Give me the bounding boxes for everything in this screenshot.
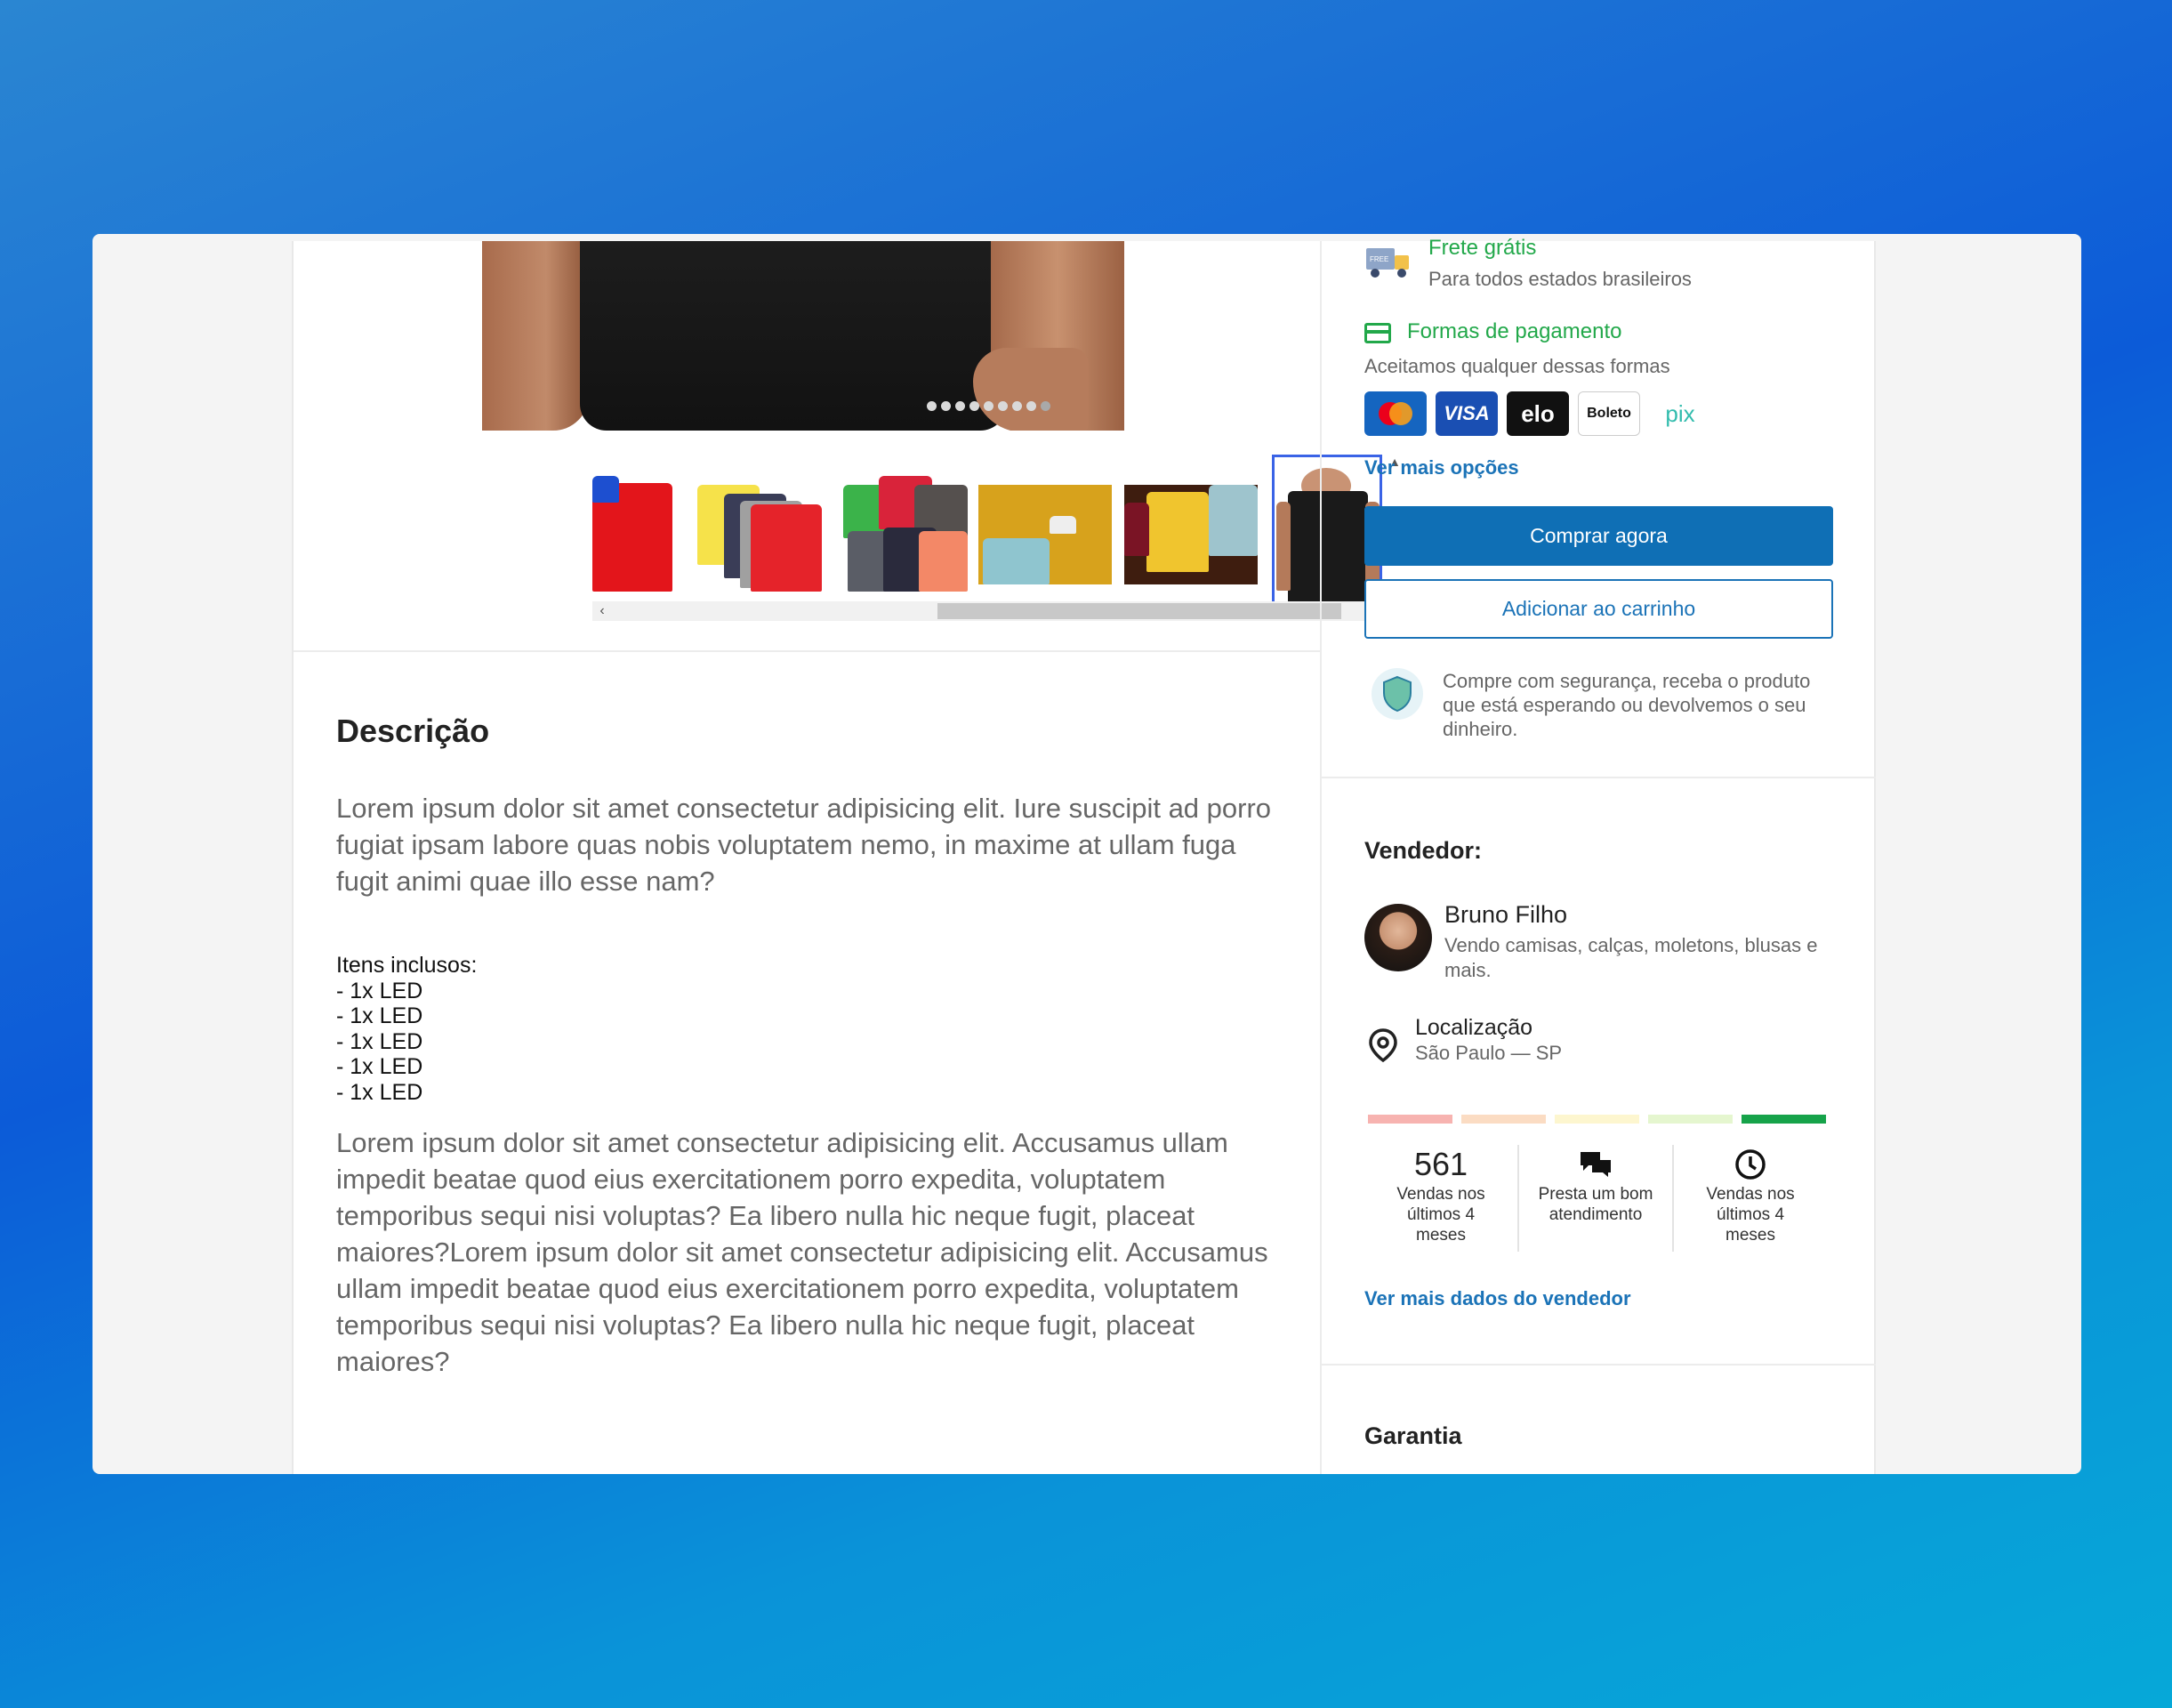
warranty-heading: Garantia — [1364, 1422, 1462, 1449]
description-paragraph: Lorem ipsum dolor sit amet consectetur a… — [336, 793, 1272, 897]
sales-stat: 561 Vendas nos últimos 4 meses — [1364, 1145, 1517, 1252]
product-page: ▲ ▼ ‹ › Descrição Lorem ipsum dolor sit … — [292, 236, 1876, 1474]
sales-count: 561 — [1413, 1146, 1468, 1182]
payment-subtitle: Aceitamos qualquer dessas formas — [1364, 355, 1670, 377]
reputation-level — [1555, 1115, 1639, 1124]
description-paragraph-2: Lorem ipsum dolor sit amet consectetur a… — [336, 1127, 1268, 1377]
location-label: Localização — [1415, 1015, 1533, 1040]
carousel-dot[interactable] — [1012, 401, 1022, 411]
scroll-left-icon[interactable]: ‹ — [592, 601, 612, 621]
sales-label: Vendas nos últimos 4 meses — [1396, 1185, 1485, 1245]
location-value: São Paulo — SP — [1415, 1042, 1563, 1064]
seller-name[interactable]: Bruno Filho — [1444, 901, 1567, 929]
more-payment-options-link[interactable]: Ver mais opções — [1364, 456, 1519, 479]
included-items: Itens inclusos: - 1x LED - 1x LED - 1x L… — [336, 953, 477, 1105]
thumbnail-red-shirt[interactable] — [592, 467, 681, 592]
security-text: Compre com segurança, receba o produto q… — [1443, 670, 1811, 740]
reputation-level — [1648, 1115, 1733, 1124]
location-pin-icon — [1369, 1028, 1397, 1063]
more-seller-data-link[interactable]: Ver mais dados do vendedor — [1364, 1287, 1631, 1310]
carousel-dot[interactable] — [984, 401, 993, 411]
chat-bubbles-icon — [1519, 1145, 1672, 1184]
add-to-cart-button[interactable]: Adicionar ao carrinho — [1364, 579, 1833, 639]
carousel-dot[interactable] — [927, 401, 937, 411]
service-stat: Presta um bom atendimento — [1517, 1145, 1672, 1252]
shield-icon — [1372, 668, 1423, 720]
seller-heading: Vendedor: — [1364, 837, 1483, 864]
included-item: - 1x LED — [336, 1054, 423, 1079]
thumbnail-strip — [592, 455, 1405, 615]
clock-icon — [1674, 1145, 1827, 1184]
thumbnail-horizontal-scrollbar[interactable]: ‹ › — [592, 601, 1405, 621]
carousel-dot[interactable] — [955, 401, 965, 411]
delivery-stat: Vendas nos últimos 4 meses — [1672, 1145, 1827, 1252]
credit-card-icon — [1364, 323, 1391, 343]
reputation-level — [1368, 1115, 1452, 1124]
carousel-dots — [927, 401, 1050, 411]
truck-icon: FREE — [1366, 248, 1409, 278]
included-items-label: Itens inclusos: — [336, 953, 478, 978]
thumbnail-stacked-shirts[interactable] — [834, 467, 968, 592]
pix-icon: pix — [1649, 391, 1711, 436]
section-divider — [294, 650, 1320, 652]
included-item: - 1x LED — [336, 1028, 423, 1054]
thumbnail-shirts-pile[interactable] — [1124, 467, 1258, 592]
reputation-level — [1461, 1115, 1546, 1124]
thumbnail-folded-shirts[interactable] — [978, 467, 1112, 592]
elo-icon: elo — [1507, 391, 1569, 436]
carousel-dot[interactable] — [969, 401, 979, 411]
carousel-dot-active[interactable] — [1041, 401, 1050, 411]
model-hand — [973, 348, 1089, 431]
visa-icon: VISA — [1436, 391, 1498, 436]
scrollbar-thumb[interactable] — [937, 603, 1341, 619]
buy-now-button[interactable]: Comprar agora — [1364, 506, 1833, 566]
browser-frame: ▲ ▼ ‹ › Descrição Lorem ipsum dolor sit … — [93, 234, 2081, 1474]
section-divider — [1322, 1364, 1876, 1366]
reputation-level-active — [1742, 1115, 1826, 1124]
purchase-panel: FREE Frete grátis Para todos estados bra… — [1322, 236, 1876, 1474]
carousel-dot[interactable] — [998, 401, 1008, 411]
included-item: - 1x LED — [336, 1079, 423, 1105]
mastercard-icon — [1364, 391, 1427, 436]
product-main-image[interactable] — [482, 241, 1124, 431]
description-title: Descrição — [336, 713, 490, 749]
carousel-dot[interactable] — [1026, 401, 1036, 411]
delivery-label: Vendas nos últimos 4 meses — [1706, 1185, 1795, 1245]
carousel-dot[interactable] — [941, 401, 951, 411]
payment-title: Formas de pagamento — [1407, 319, 1622, 343]
service-label: Presta um bom atendimento — [1538, 1185, 1653, 1224]
avatar[interactable] — [1364, 904, 1432, 971]
section-divider — [1322, 777, 1876, 778]
payment-methods: VISA elo Boleto pix — [1364, 391, 1711, 436]
shipping-subtitle: Para todos estados brasileiros — [1428, 268, 1692, 290]
thumbnail-multicolor-shirts[interactable] — [688, 467, 822, 592]
model-arm-left — [482, 241, 589, 431]
truck-badge-text: FREE — [1370, 255, 1388, 263]
reputation-thermometer — [1368, 1115, 1826, 1124]
boleto-icon: Boleto — [1578, 391, 1640, 436]
shipping-title: Frete grátis — [1428, 236, 1537, 260]
seller-bio: Vendo camisas, calças, moletons, blusas … — [1444, 934, 1818, 981]
included-item: - 1x LED — [336, 978, 423, 1003]
included-item: - 1x LED — [336, 1003, 423, 1028]
seller-stats: 561 Vendas nos últimos 4 meses Presta um… — [1364, 1145, 1827, 1252]
